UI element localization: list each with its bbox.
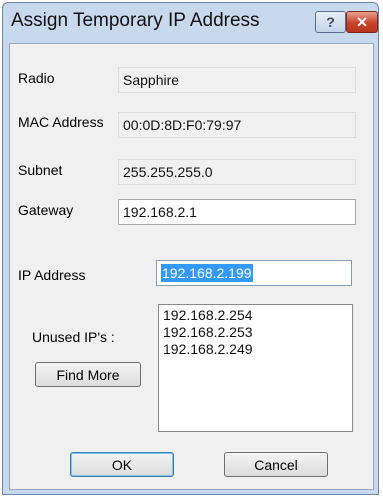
- window-title: Assign Temporary IP Address: [11, 10, 260, 31]
- title-bar[interactable]: Assign Temporary IP Address ? ✕: [3, 3, 378, 41]
- close-icon: ✕: [356, 13, 368, 30]
- dialog-window: Assign Temporary IP Address ? ✕ Radio Sa…: [2, 2, 379, 495]
- gateway-label: Gateway: [18, 202, 74, 218]
- mac-address-value: 00:0D:8D:F0:79:97: [118, 112, 356, 138]
- find-more-button[interactable]: Find More: [35, 362, 141, 387]
- radio-value: Sapphire: [118, 67, 356, 93]
- cancel-button[interactable]: Cancel: [224, 452, 328, 477]
- list-item[interactable]: 192.168.2.249: [163, 341, 348, 358]
- close-button[interactable]: ✕: [346, 11, 378, 33]
- help-icon: ?: [326, 14, 335, 30]
- help-button[interactable]: ?: [315, 11, 346, 33]
- subnet-value: 255.255.255.0: [118, 159, 356, 185]
- dialog-body: Radio Sapphire MAC Address 00:0D:8D:F0:7…: [9, 43, 374, 490]
- ip-address-label: IP Address: [18, 267, 86, 283]
- list-item[interactable]: 192.168.2.254: [163, 307, 348, 324]
- radio-label: Radio: [18, 70, 55, 86]
- unused-ips-label: Unused IP's :: [32, 329, 115, 345]
- subnet-label: Subnet: [18, 162, 63, 178]
- mac-address-label: MAC Address: [18, 114, 104, 130]
- gateway-input[interactable]: 192.168.2.1: [118, 199, 356, 225]
- list-item[interactable]: 192.168.2.253: [163, 324, 348, 341]
- unused-ips-list[interactable]: 192.168.2.254 192.168.2.253 192.168.2.24…: [158, 304, 353, 432]
- ip-address-input[interactable]: 192.168.2.199: [156, 260, 352, 286]
- ip-address-selected-text: 192.168.2.199: [161, 264, 253, 282]
- ok-button[interactable]: OK: [70, 452, 174, 477]
